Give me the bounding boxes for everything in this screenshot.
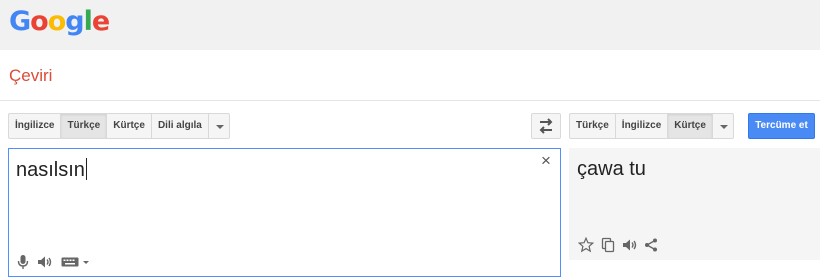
target-lang-english[interactable]: İngilizce xyxy=(614,113,669,139)
swap-arrows-icon xyxy=(539,118,553,134)
copy-icon[interactable] xyxy=(600,237,616,253)
keyboard-icon[interactable] xyxy=(61,256,91,268)
source-lang-kurdish[interactable]: Kürtçe xyxy=(106,113,152,139)
close-icon[interactable]: × xyxy=(539,152,553,169)
target-lang-dropdown-button[interactable] xyxy=(711,113,734,139)
target-lang-turkish[interactable]: Türkçe xyxy=(569,113,616,139)
translation-output-area: çawa tu xyxy=(569,148,820,260)
star-icon[interactable] xyxy=(578,237,594,253)
target-language-bar: Türkçe İngilizce Kürtçe xyxy=(569,113,734,139)
target-lang-kurdish[interactable]: Kürtçe xyxy=(667,113,713,139)
source-language-bar: İngilizce Türkçe Kürtçe Dili algıla xyxy=(8,113,230,139)
source-lang-detect[interactable]: Dili algıla xyxy=(150,113,209,139)
top-header: Google xyxy=(0,0,820,50)
translation-output-text: çawa tu xyxy=(577,158,646,180)
source-input[interactable]: nasılsın xyxy=(16,158,87,182)
google-logo[interactable]: Google xyxy=(9,7,110,37)
source-lang-turkish[interactable]: Türkçe xyxy=(60,113,108,139)
source-input-text: nasılsın xyxy=(16,159,85,181)
text-caret xyxy=(85,158,87,180)
subheader: Çeviri xyxy=(0,50,820,101)
share-icon[interactable] xyxy=(644,238,658,252)
speaker-icon[interactable] xyxy=(37,255,53,269)
source-tools xyxy=(17,254,99,270)
speaker-icon[interactable] xyxy=(622,238,638,252)
page-title: Çeviri xyxy=(9,66,53,85)
source-lang-dropdown-button[interactable] xyxy=(207,113,230,139)
swap-languages-button[interactable] xyxy=(531,113,561,139)
target-tools xyxy=(578,237,664,253)
microphone-icon[interactable] xyxy=(17,254,29,270)
source-lang-english[interactable]: İngilizce xyxy=(8,113,62,139)
source-text-area[interactable]: nasılsın × xyxy=(8,148,561,277)
translate-button[interactable]: Tercüme et xyxy=(748,113,815,139)
